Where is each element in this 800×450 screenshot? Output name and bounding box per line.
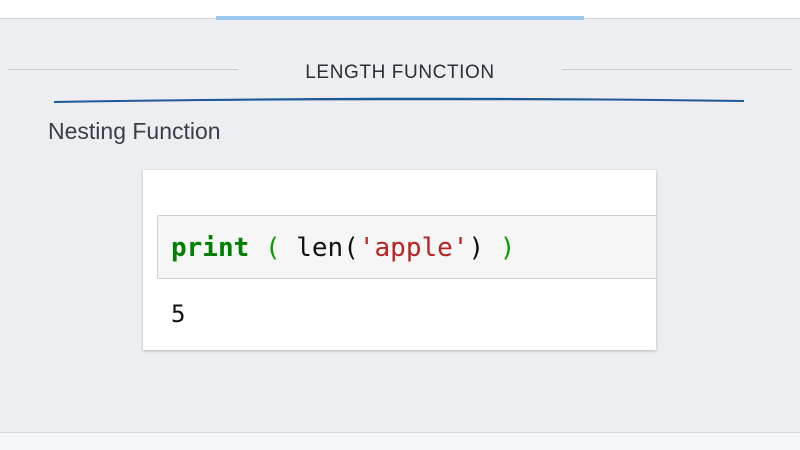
notebook-panel: print ( len('apple') ) 5 [143, 170, 656, 350]
title-underline-swoosh [54, 97, 744, 103]
code-inner-close: ) [468, 233, 485, 263]
code-open-paren: ( [264, 233, 281, 263]
cell-output: 5 [171, 300, 186, 328]
code-string-literal: 'apple' [358, 233, 469, 263]
top-bar [0, 0, 800, 20]
top-accent-bar [216, 16, 584, 20]
code-close-paren: ) [499, 233, 516, 263]
section-title: LENGTH FUNCTION [305, 62, 495, 83]
code-func-len: len [296, 233, 344, 263]
bottom-strip [0, 432, 800, 450]
code-keyword-print: print [171, 233, 250, 263]
code-inner-open: ( [343, 233, 359, 263]
code-cell[interactable]: print ( len('apple') ) [157, 215, 656, 279]
slide-subtitle: Nesting Function [48, 118, 221, 144]
code-line: print ( len('apple') ) [171, 233, 515, 263]
